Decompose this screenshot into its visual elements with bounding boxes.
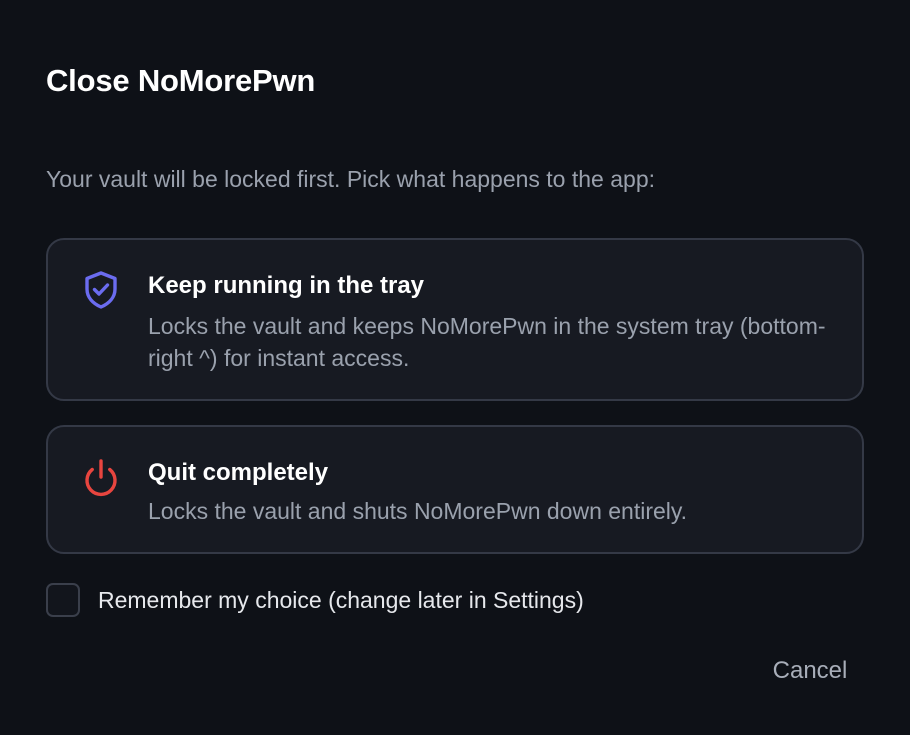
close-app-dialog: Close NoMorePwn Your vault will be locke… bbox=[0, 0, 910, 735]
option-description: Locks the vault and shuts NoMorePwn down… bbox=[148, 498, 688, 524]
cancel-button[interactable]: Cancel bbox=[758, 650, 862, 692]
keep-running-in-tray-option[interactable]: Keep running in the tray Locks the vault… bbox=[46, 238, 864, 401]
quit-completely-option[interactable]: Quit completely Locks the vault and shut… bbox=[46, 425, 864, 554]
dialog-subtitle: Your vault will be locked first. Pick wh… bbox=[46, 166, 655, 192]
option-description: Locks the vault and keeps NoMorePwn in t… bbox=[148, 313, 826, 371]
option-title: Quit completely bbox=[148, 459, 329, 486]
option-title: Keep running in the tray bbox=[148, 272, 425, 299]
remember-choice-row[interactable]: Remember my choice (change later in Sett… bbox=[46, 581, 584, 619]
remember-choice-label: Remember my choice (change later in Sett… bbox=[98, 587, 584, 613]
remember-choice-checkbox[interactable] bbox=[46, 583, 80, 617]
dialog-title: Close NoMorePwn bbox=[46, 63, 316, 98]
power-icon bbox=[80, 457, 122, 499]
shield-check-icon bbox=[80, 269, 122, 311]
